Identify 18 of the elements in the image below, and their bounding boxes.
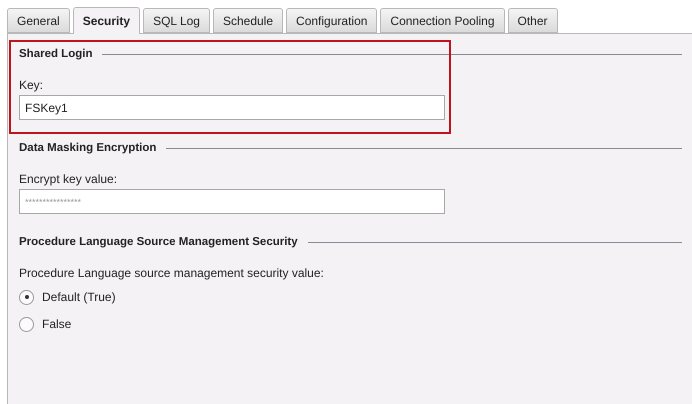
radio-button[interactable] — [19, 290, 34, 304]
tab[interactable]: General — [7, 8, 70, 33]
section-title: Data Masking Encryption — [19, 142, 156, 154]
tab[interactable]: Other — [508, 8, 558, 33]
tab[interactable]: Security — [72, 7, 140, 34]
radio-button[interactable] — [19, 316, 34, 332]
field-label: Key: — [19, 78, 44, 92]
section-title: Shared Login — [19, 48, 92, 60]
input-field[interactable]: FSKey1 — [19, 95, 445, 120]
field-label: Procedure Language source management security value: — [19, 266, 325, 280]
tab[interactable]: Connection Pooling — [380, 8, 504, 33]
tab[interactable]: SQL Log — [143, 8, 210, 33]
field-label: Encrypt key value: — [19, 172, 118, 186]
section-title: Procedure Language Source Management Security — [19, 236, 298, 248]
tab[interactable]: Schedule — [212, 8, 284, 33]
tab[interactable]: Configuration — [286, 8, 378, 33]
radio-label: Default (True) — [42, 290, 116, 304]
radio-label: False — [42, 317, 72, 331]
